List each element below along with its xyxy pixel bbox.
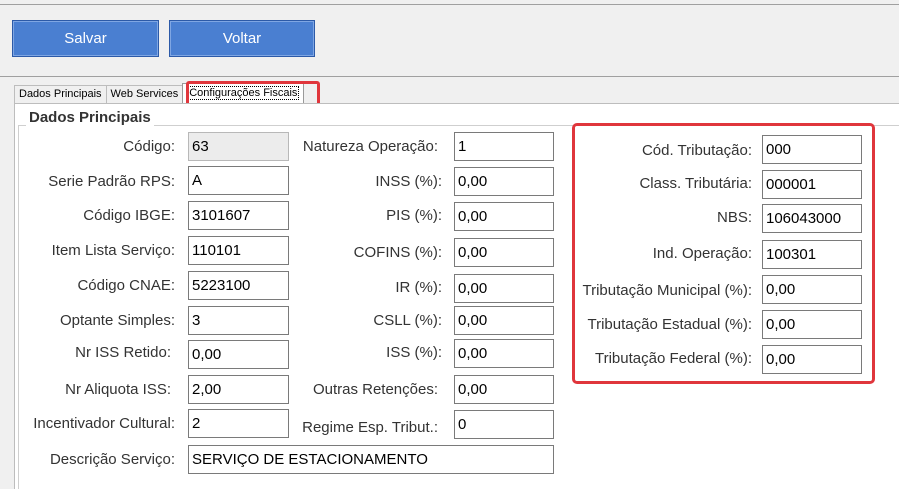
label-pis: PIS (%):	[386, 207, 442, 224]
class-tributaria-field[interactable]: 000001	[762, 170, 862, 199]
nr-iss-retido-field[interactable]: 0,00	[188, 340, 289, 369]
save-button[interactable]: Salvar	[12, 20, 159, 57]
optante-simples-field[interactable]: 3	[188, 306, 289, 335]
descricao-servico-field[interactable]: SERVIÇO DE ESTACIONAMENTO	[188, 445, 554, 474]
codigo-ibge-field[interactable]: 3101607	[188, 201, 289, 230]
label-nbs: NBS:	[716, 209, 752, 226]
cod-tributacao-field[interactable]: 000	[762, 135, 862, 164]
natureza-operacao-field[interactable]: 1	[454, 132, 554, 161]
label-outras-retencoes: Outras Retenções:	[312, 381, 438, 398]
ind-operacao-field[interactable]: 100301	[762, 240, 862, 269]
regime-esp-tribut-field[interactable]: 0	[454, 410, 554, 439]
label-optante-simples: Optante Simples:	[59, 312, 175, 329]
label-incentivador-cultural: Incentivador Cultural:	[33, 415, 175, 432]
label-serie-padrao-rps: Serie Padrão RPS:	[48, 173, 175, 190]
codigo-field[interactable]: 63	[188, 132, 289, 161]
item-lista-servico-field[interactable]: 110101	[188, 236, 289, 265]
label-descricao-servico: Descrição Serviço:	[49, 451, 175, 468]
label-nr-iss-retido: Nr ISS Retido:	[75, 344, 171, 361]
ir-field[interactable]: 0,00	[454, 274, 554, 303]
label-tributacao-federal: Tributação Federal (%):	[594, 350, 752, 367]
incentivador-cultural-field[interactable]: 2	[188, 409, 289, 438]
label-codigo: Código:	[123, 138, 175, 155]
label-cod-tributacao: Cód. Tributação:	[641, 142, 752, 159]
pis-field[interactable]: 0,00	[454, 202, 554, 231]
label-nr-aliquota-iss: Nr Aliquota ISS:	[65, 381, 171, 398]
label-tributacao-municipal: Tributação Municipal (%):	[582, 282, 752, 299]
label-cofins: COFINS (%):	[353, 244, 442, 261]
label-class-tributaria: Class. Tributária:	[639, 175, 752, 192]
tributacao-estadual-field[interactable]: 0,00	[762, 310, 862, 339]
tab-configuracoes-fiscais[interactable]: Configurações Fiscais	[182, 83, 305, 103]
nr-aliquota-iss-field[interactable]: 2,00	[188, 375, 289, 404]
tab-dados-principais[interactable]: Dados Principais	[14, 85, 107, 103]
label-natureza-operacao: Natureza Operação:	[302, 138, 438, 155]
label-inss: INSS (%):	[375, 173, 442, 190]
iss-field[interactable]: 0,00	[454, 339, 554, 368]
group-title: Dados Principais	[26, 109, 154, 126]
toolbar: Salvar Voltar	[0, 5, 899, 71]
label-ind-operacao: Ind. Operação:	[652, 245, 752, 262]
tributacao-municipal-field[interactable]: 0,00	[762, 275, 862, 304]
serie-padrao-rps-field[interactable]: A	[188, 166, 289, 195]
csll-field[interactable]: 0,00	[454, 306, 554, 335]
cofins-field[interactable]: 0,00	[454, 238, 554, 267]
tab-strip: Dados Principais Web Services Configuraç…	[14, 83, 305, 103]
label-csll: CSLL (%):	[373, 312, 442, 329]
outras-retencoes-field[interactable]: 0,00	[454, 375, 554, 404]
label-codigo-ibge: Código IBGE:	[83, 207, 175, 224]
nbs-field[interactable]: 106043000	[762, 204, 862, 233]
inss-field[interactable]: 0,00	[454, 167, 554, 196]
label-item-lista-servico: Item Lista Serviço:	[51, 242, 175, 259]
tributacao-federal-field[interactable]: 0,00	[762, 345, 862, 374]
label-tributacao-estadual: Tributação Estadual (%):	[587, 316, 752, 333]
tab-web-services[interactable]: Web Services	[105, 85, 184, 103]
label-iss: ISS (%):	[386, 344, 442, 361]
label-regime-esp-tribut: Regime Esp. Tribut.:	[302, 419, 438, 436]
tab-configuracoes-fiscais-label: Configurações Fiscais	[187, 86, 300, 100]
back-button[interactable]: Voltar	[169, 20, 315, 57]
label-codigo-cnae: Código CNAE:	[77, 277, 175, 294]
label-ir: IR (%):	[395, 279, 442, 296]
codigo-cnae-field[interactable]: 5223100	[188, 271, 289, 300]
